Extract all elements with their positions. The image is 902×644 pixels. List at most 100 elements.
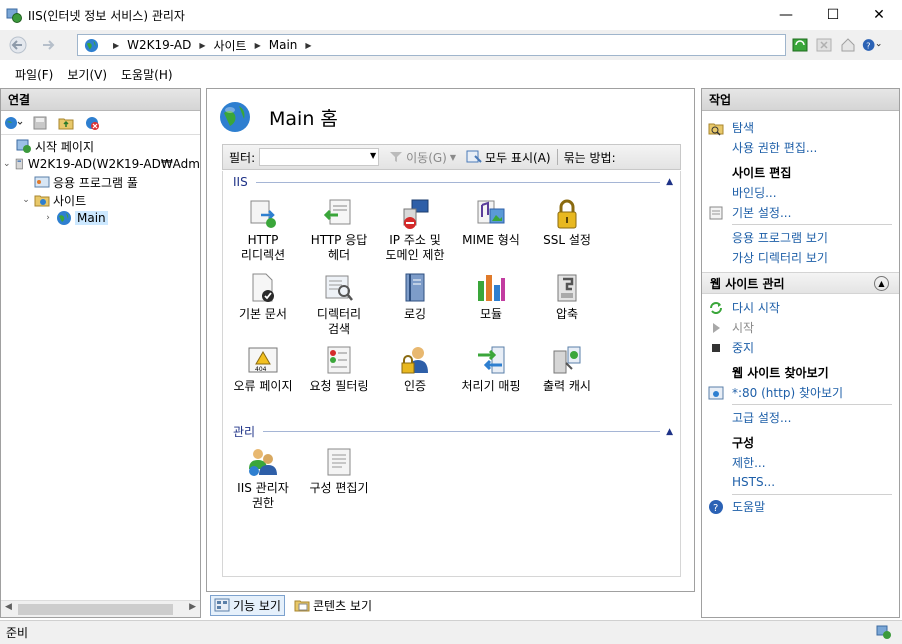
filter-label: 필터:: [229, 150, 256, 165]
tree-item-server[interactable]: ⌄ W2K19-AD(W2K19-AD₩Adm: [1, 155, 200, 173]
scroll-thumb[interactable]: [18, 604, 173, 615]
filter-input[interactable]: ▼: [259, 148, 380, 166]
address-bar[interactable]: ▶ W2K19-AD ▶ 사이트 ▶ Main ▶: [77, 34, 786, 56]
back-arrow-icon: [9, 36, 27, 54]
tab-content-view[interactable]: 콘텐츠 보기: [291, 596, 375, 615]
scroll-right-icon[interactable]: ▶: [189, 602, 196, 612]
features-view: IIS ▲ HTTP 리디렉션 HTTP 응답 헤더 IP 주소 및 도메인 제…: [222, 171, 681, 577]
tree-item-start-page[interactable]: 시작 페이지: [1, 137, 200, 155]
feature-http-response-headers[interactable]: HTTP 응답 헤더: [302, 197, 376, 263]
tree-item-main[interactable]: › Main: [1, 209, 200, 227]
group-header-management[interactable]: 관리 ▲: [233, 423, 673, 440]
action-bindings[interactable]: 바인딩...: [708, 184, 777, 201]
restart-icon: [710, 301, 722, 314]
connect-button[interactable]: [4, 114, 24, 132]
collapse-icon[interactable]: ▲: [666, 427, 673, 437]
menu-bar: 파일(F) 보기(V) 도움말(H): [0, 62, 902, 86]
stop-icon: [816, 38, 832, 52]
feature-http-redirect[interactable]: HTTP 리디렉션: [226, 197, 300, 263]
feature-mime-types[interactable]: MIME 형식: [454, 197, 528, 248]
dropdown-arrow-icon[interactable]: ▼: [370, 151, 376, 160]
action-view-virtual-directories[interactable]: 가상 디렉터리 보기: [708, 249, 828, 266]
tree-item-app-pools[interactable]: 응용 프로그램 풀: [1, 173, 200, 191]
up-level-button[interactable]: [56, 114, 76, 132]
actions-panel: 작업 탐색 사용 권한 편집... 사이트 편집 바인딩... 기본 설정...…: [701, 88, 900, 618]
action-explore[interactable]: 탐색: [708, 119, 754, 136]
collapse-icon[interactable]: ▲: [666, 177, 673, 187]
minimize-button[interactable]: —: [763, 0, 809, 30]
action-limits[interactable]: 제한...: [708, 454, 766, 471]
feature-error-pages[interactable]: 404 오류 페이지: [226, 343, 300, 394]
action-view-applications[interactable]: 응용 프로그램 보기: [708, 229, 828, 246]
content-view-icon: [294, 600, 310, 612]
main-content-panel: Main 홈 필터: ▼ 이동(G) ▼ 모두 표시(A) 묶는 방법: IIS…: [206, 88, 695, 592]
ip-domain-restriction-icon: [403, 199, 429, 229]
action-restart[interactable]: 다시 시작: [708, 299, 780, 316]
navigation-bar: ▶ W2K19-AD ▶ 사이트 ▶ Main ▶ ?: [0, 30, 902, 60]
group-by-label[interactable]: 묶는 방법:: [564, 149, 616, 166]
action-hsts[interactable]: HSTS...: [708, 474, 775, 490]
chevron-right-icon[interactable]: ▶: [305, 41, 311, 50]
menu-help[interactable]: 도움말(H): [114, 66, 180, 83]
help-button[interactable]: ?: [862, 35, 882, 55]
logging-icon: [405, 273, 425, 302]
request-filtering-icon: [327, 346, 351, 374]
group-header-iis[interactable]: IIS ▲: [233, 175, 673, 189]
feature-configuration-editor[interactable]: 구성 편집기: [302, 445, 376, 496]
dropdown-arrow-icon[interactable]: ▼: [450, 153, 456, 162]
feature-compression[interactable]: 압축: [530, 271, 604, 322]
save-button[interactable]: [30, 114, 50, 132]
maximize-button[interactable]: ☐: [810, 0, 856, 30]
feature-output-caching[interactable]: 출력 캐시: [530, 343, 604, 394]
chevron-right-icon[interactable]: ›: [43, 213, 53, 223]
show-all-button[interactable]: 모두 표시(A): [466, 149, 551, 166]
feature-ip-domain-restrictions[interactable]: IP 주소 및 도메인 제한: [378, 197, 452, 263]
feature-authentication[interactable]: 인증: [378, 343, 452, 394]
breadcrumb-main[interactable]: Main: [269, 38, 298, 52]
breadcrumb-sites[interactable]: 사이트: [213, 37, 246, 54]
feature-modules[interactable]: 모듈: [454, 271, 528, 322]
tab-features-view[interactable]: 기능 보기: [210, 594, 285, 616]
feature-ssl-settings[interactable]: SSL 설정: [530, 197, 604, 248]
action-help[interactable]: ? 도움말: [708, 498, 765, 515]
svg-text:?: ?: [713, 503, 718, 514]
forward-arrow-icon: [43, 40, 55, 50]
home-icon: [841, 38, 855, 52]
feature-default-document[interactable]: 기본 문서: [226, 271, 300, 322]
home-button[interactable]: [838, 35, 858, 55]
scroll-left-icon[interactable]: ◀: [5, 602, 12, 612]
close-button[interactable]: ✕: [856, 0, 902, 30]
feature-logging[interactable]: 로깅: [378, 271, 452, 322]
site-globe-icon: [220, 102, 250, 132]
chevron-down-icon[interactable]: ⌄: [21, 195, 31, 205]
status-iis-icon: [876, 625, 891, 639]
action-stop[interactable]: 중지: [708, 339, 754, 356]
chevron-down-icon[interactable]: ⌄: [3, 159, 11, 169]
disconnect-button[interactable]: [82, 114, 102, 132]
action-advanced-settings[interactable]: 고급 설정...: [708, 409, 791, 426]
connections-title: 연결: [1, 89, 200, 111]
action-start[interactable]: 시작: [708, 319, 754, 336]
refresh-button[interactable]: [790, 35, 810, 55]
forward-button[interactable]: [36, 34, 60, 56]
menu-file[interactable]: 파일(F): [8, 66, 60, 83]
feature-handler-mappings[interactable]: 처리기 매핑: [454, 343, 528, 394]
feature-request-filtering[interactable]: 요청 필터링: [302, 343, 376, 394]
stop-button[interactable]: [814, 35, 834, 55]
horizontal-scrollbar[interactable]: ◀ ▶: [1, 600, 200, 617]
feature-iis-manager-permissions[interactable]: IIS 관리자 권한: [226, 445, 300, 511]
feature-directory-browsing[interactable]: 디렉터리 검색: [302, 271, 376, 337]
back-button[interactable]: [6, 34, 30, 56]
action-edit-permissions[interactable]: 사용 권한 편집...: [708, 139, 817, 156]
collapse-up-icon[interactable]: ▲: [874, 276, 889, 291]
view-tabs: 기능 보기 콘텐츠 보기: [210, 594, 375, 616]
svg-text:?: ?: [866, 40, 870, 50]
features-view-icon: [214, 598, 230, 612]
action-basic-settings[interactable]: 기본 설정...: [708, 204, 791, 221]
funnel-icon: [390, 152, 403, 162]
go-button[interactable]: 이동(G) ▼: [389, 149, 456, 166]
breadcrumb-server[interactable]: W2K19-AD: [127, 38, 191, 52]
tree-item-sites[interactable]: ⌄ 사이트: [1, 191, 200, 209]
menu-view[interactable]: 보기(V): [60, 66, 114, 83]
action-browse-80[interactable]: *:80 (http) 찾아보기: [708, 384, 843, 401]
